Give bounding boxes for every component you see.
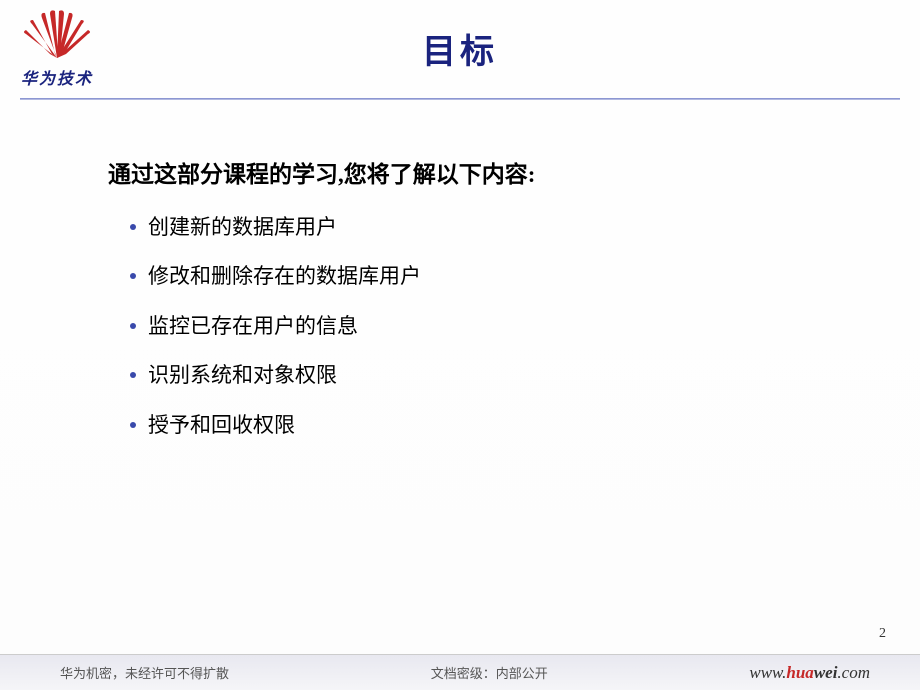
list-item: 监控已存在用户的信息 (130, 312, 860, 341)
url-suffix: .com (837, 663, 870, 682)
footer-url: www.huawei.com (749, 663, 870, 683)
content-area: 通过这部分课程的学习,您将了解以下内容: 创建新的数据库用户 修改和删除存在的数… (108, 155, 860, 460)
url-prefix: www. (749, 663, 786, 682)
bullet-list: 创建新的数据库用户 修改和删除存在的数据库用户 监控已存在用户的信息 识别系统和… (108, 213, 860, 440)
page-number: 2 (879, 626, 886, 642)
url-hua: hua (786, 663, 813, 682)
list-item: 授予和回收权限 (130, 411, 860, 440)
footer-classification: 文档密级：内部公开 (229, 663, 749, 682)
intro-text: 通过这部分课程的学习,您将了解以下内容: (108, 155, 860, 189)
list-item: 修改和删除存在的数据库用户 (130, 262, 860, 291)
list-item: 创建新的数据库用户 (130, 213, 860, 242)
url-wei: wei (814, 663, 838, 682)
slide-title: 目标 (0, 24, 920, 73)
footer-confidential: 华为机密，未经许可不得扩散 (60, 663, 229, 682)
title-divider (20, 98, 900, 100)
footer: 华为机密，未经许可不得扩散 文档密级：内部公开 www.huawei.com (0, 654, 920, 690)
list-item: 识别系统和对象权限 (130, 361, 860, 390)
slide: 华为技术 目标 通过这部分课程的学习,您将了解以下内容: 创建新的数据库用户 修… (0, 0, 920, 690)
